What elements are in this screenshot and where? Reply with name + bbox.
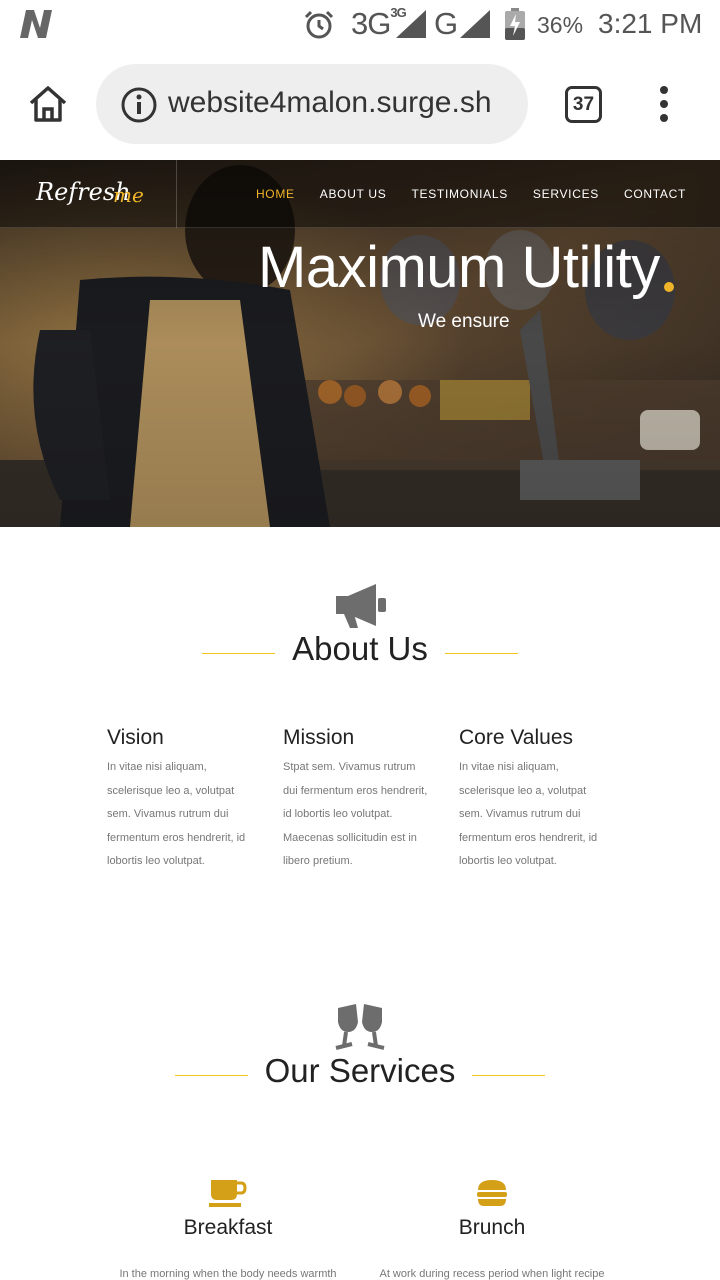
- tab-switcher-button[interactable]: 37: [565, 86, 602, 123]
- about-heading: About Us: [0, 630, 720, 680]
- nav-links: HOME ABOUT US TESTIMONIALS SERVICES CONT…: [256, 187, 686, 201]
- hero-banner: Refresh me HOME ABOUT US TESTIMONIALS SE…: [0, 160, 720, 527]
- glasses-cheers-icon: [335, 1004, 385, 1050]
- services-title: Our Services: [264, 1052, 456, 1089]
- network-type-2: G: [434, 6, 459, 41]
- megaphone-icon: [336, 584, 386, 628]
- burger-icon: [477, 1180, 507, 1206]
- overflow-menu-icon[interactable]: [650, 82, 678, 126]
- alarm-icon: [304, 10, 334, 39]
- service-brunch: Brunch At work during recess period when…: [362, 1178, 622, 1280]
- core-values-title: Core Values: [459, 726, 574, 749]
- breakfast-text: In the morning when the body needs warmt…: [119, 1268, 337, 1280]
- about-title: About Us: [292, 630, 428, 667]
- home-icon[interactable]: [26, 82, 70, 126]
- url-text[interactable]: website4malon.surge.sh: [168, 86, 518, 120]
- signal-strength-icon: [460, 10, 490, 38]
- service-breakfast: Breakfast In the morning when the body n…: [98, 1178, 358, 1280]
- signal-strength-icon: [396, 10, 426, 38]
- mission-text: Stpat sem. Vivamus rutrum dui fermentum …: [283, 761, 428, 867]
- coffee-icon: [209, 1180, 247, 1207]
- site-logo[interactable]: Refresh me: [0, 160, 177, 228]
- battery-percent: 36%: [537, 12, 584, 38]
- about-core-values: Core Values In vitae nisi aliquam, scele…: [459, 726, 619, 874]
- nav-testimonials[interactable]: TESTIMONIALS: [411, 187, 507, 201]
- core-values-text: In vitae nisi aliquam, scelerisque leo a…: [459, 761, 598, 867]
- nav-home[interactable]: HOME: [256, 187, 295, 201]
- clock: 3:21 PM: [598, 8, 703, 39]
- address-bar[interactable]: website4malon.surge.sh: [96, 64, 528, 144]
- battery-charging-icon: [505, 8, 525, 40]
- vision-title: Vision: [107, 726, 164, 749]
- brunch-title: Brunch: [458, 1216, 526, 1239]
- info-icon[interactable]: [120, 86, 158, 124]
- browser-toolbar: website4malon.surge.sh 37: [0, 50, 720, 160]
- nav-about-us[interactable]: ABOUT US: [320, 187, 387, 201]
- hero-subtitle: We ensure: [418, 311, 510, 332]
- site-navbar: Refresh me HOME ABOUT US TESTIMONIALS SE…: [0, 160, 720, 228]
- about-mission: Mission Stpat sem. Vivamus rutrum dui fe…: [283, 726, 443, 874]
- hero-title: Maximum Utility: [258, 235, 660, 300]
- status-bar: 3G3G G 36% 3:21 PM: [0, 0, 720, 50]
- mission-title: Mission: [283, 726, 355, 749]
- nav-contact[interactable]: CONTACT: [624, 187, 686, 201]
- nav-services[interactable]: SERVICES: [533, 187, 599, 201]
- about-vision: Vision In vitae nisi aliquam, scelerisqu…: [107, 726, 267, 874]
- services-heading: Our Services: [0, 1052, 720, 1102]
- brunch-text: At work during recess period when light …: [379, 1268, 605, 1280]
- hero-title-dot: [664, 282, 674, 292]
- vision-text: In vitae nisi aliquam, scelerisque leo a…: [107, 761, 246, 867]
- breakfast-title: Breakfast: [183, 1216, 273, 1239]
- notification-app-icon: [20, 10, 52, 38]
- logo-accent-text: me: [113, 183, 144, 207]
